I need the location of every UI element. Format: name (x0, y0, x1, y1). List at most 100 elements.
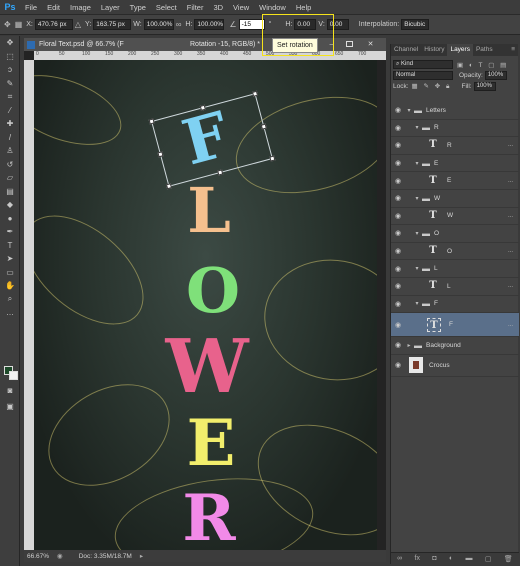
zoom-tool-icon[interactable]: ⌕ (0, 293, 20, 307)
width-field[interactable]: 100.00% (143, 19, 174, 30)
hand-tool-icon[interactable]: ✋ (0, 279, 20, 293)
transform-handle[interactable] (157, 151, 164, 158)
delete-layer-icon[interactable]: 🗑︎ (504, 555, 513, 563)
tab-layers[interactable]: Layers (447, 44, 473, 56)
layer-row[interactable]: ◉ T O ... (391, 243, 519, 261)
transform-handle[interactable] (251, 90, 259, 97)
lock-icons[interactable]: ▦ ✎ ✥ 🔒︎ (409, 82, 452, 91)
more-tools-icon[interactable]: … (0, 306, 20, 320)
opacity-field[interactable]: 100% (484, 71, 507, 80)
rotation-field[interactable]: -15 (238, 19, 265, 30)
eye-icon[interactable]: ◉ (391, 124, 405, 132)
x-field[interactable]: 470.76 px (34, 19, 73, 30)
layer-options-icon[interactable]: ... (508, 142, 513, 148)
type-tool-icon[interactable]: T (0, 239, 20, 253)
delta-icon[interactable]: △ (73, 20, 83, 29)
menu-layer[interactable]: Layer (96, 0, 125, 15)
eye-icon[interactable]: ◉ (391, 212, 405, 220)
status-menu-icon[interactable]: ▸ (132, 552, 143, 560)
expand-arrow-icon[interactable]: ▾ (413, 124, 421, 131)
eye-icon[interactable]: ◉ (391, 265, 405, 273)
eye-icon[interactable]: ◉ (391, 247, 405, 255)
status-icon[interactable]: ◉ (49, 552, 63, 560)
clone-stamp-tool-icon[interactable]: ♙ (0, 144, 20, 158)
layer-row[interactable]: ◉ T R ... (391, 137, 519, 155)
menu-select[interactable]: Select (151, 0, 182, 15)
panel-menu-icon[interactable]: ≡ (508, 44, 518, 56)
quick-select-tool-icon[interactable]: ✎ (0, 77, 20, 91)
eye-icon[interactable]: ◉ (391, 194, 405, 202)
fill-field[interactable]: 100% (473, 82, 496, 91)
y-field[interactable]: 163.75 px (93, 19, 132, 30)
crop-tool-icon[interactable]: ⌗ (0, 90, 20, 104)
layer-options-icon[interactable]: ... (508, 248, 513, 254)
new-group-icon[interactable]: ▬ (466, 555, 473, 562)
menu-image[interactable]: Image (65, 0, 96, 15)
expand-arrow-icon[interactable]: ▾ (413, 230, 421, 237)
layer-row[interactable]: ◉ ▾ ▬ F (391, 296, 519, 314)
adjustment-icon[interactable]: ◐ (449, 555, 453, 562)
eye-icon[interactable]: ◉ (391, 341, 405, 349)
layer-options-icon[interactable]: ... (508, 178, 513, 184)
layer-row[interactable]: ◉ ▾ ▬ W (391, 190, 519, 208)
zoom-level[interactable]: 66.67% (24, 553, 49, 560)
eye-icon[interactable]: ◉ (391, 282, 405, 290)
tool-preset-icon[interactable]: ✥ (2, 20, 13, 29)
letter-l[interactable]: L (154, 180, 264, 242)
transform-handle[interactable] (199, 104, 206, 111)
layer-row[interactable]: ◉ ▸ ▬ Background (391, 337, 519, 355)
layer-row[interactable]: ◉ ▾ ▬ Letters (391, 102, 519, 120)
eraser-tool-icon[interactable]: ▱ (0, 171, 20, 185)
menu-3d[interactable]: 3D (208, 0, 228, 15)
menu-help[interactable]: Help (291, 0, 316, 15)
link-icon[interactable]: ∞ (174, 20, 184, 29)
letter-e[interactable]: E (152, 412, 270, 476)
maximize-icon[interactable] (346, 41, 353, 47)
menu-window[interactable]: Window (254, 0, 291, 15)
eye-icon[interactable]: ◉ (391, 159, 405, 167)
menu-type[interactable]: Type (125, 0, 151, 15)
healing-tool-icon[interactable]: ✚ (0, 117, 20, 131)
eye-icon[interactable]: ◉ (391, 177, 405, 185)
path-select-tool-icon[interactable]: ➤ (0, 252, 20, 266)
gradient-tool-icon[interactable]: ▤ (0, 185, 20, 199)
filter-icons[interactable]: ▣ ◐ T ▢ ▤ (453, 61, 508, 69)
layer-row[interactable]: ◉ T W ... (391, 208, 519, 226)
eye-icon[interactable]: ◉ (391, 321, 405, 329)
expand-arrow-icon[interactable]: ▾ (413, 300, 421, 307)
letter-w[interactable]: W (132, 330, 282, 404)
pen-tool-icon[interactable]: ✒ (0, 225, 20, 239)
history-brush-tool-icon[interactable]: ↺ (0, 158, 20, 172)
layer-row-selected[interactable]: ◉ T F ... (391, 313, 519, 338)
layer-row[interactable]: ◉ T L ... (391, 278, 519, 296)
eye-icon[interactable]: ◉ (391, 361, 405, 369)
expand-arrow-icon[interactable]: ▸ (405, 342, 413, 349)
blend-mode-select[interactable]: Normal (393, 71, 453, 80)
add-mask-icon[interactable]: ◘ (432, 555, 436, 562)
screen-mode-icon[interactable]: ▣ (0, 400, 20, 414)
expand-arrow-icon[interactable]: ▾ (405, 107, 413, 114)
interp-select[interactable]: Bicubic (401, 19, 430, 30)
eye-icon[interactable]: ◉ (391, 229, 405, 237)
tab-history[interactable]: History (421, 44, 447, 56)
eye-icon[interactable]: ◉ (391, 106, 405, 114)
layer-row[interactable]: ◉ T E ... (391, 172, 519, 190)
menu-filter[interactable]: Filter (182, 0, 209, 15)
expand-arrow-icon[interactable]: ▾ (413, 195, 421, 202)
letter-o[interactable]: O (158, 260, 268, 322)
expand-arrow-icon[interactable]: ▾ (413, 160, 421, 167)
letter-r[interactable]: R (150, 487, 268, 551)
layer-row[interactable]: ◉ ▾ ▬ R (391, 120, 519, 138)
menu-view[interactable]: View (228, 0, 254, 15)
reference-point-icon[interactable]: ▦ (13, 20, 25, 29)
layer-row[interactable]: ◉ ▾ ▬ E (391, 155, 519, 173)
quick-mask-icon[interactable]: ◙ (0, 384, 20, 398)
kind-filter-select[interactable]: ⌕ Kind (393, 60, 453, 69)
shape-tool-icon[interactable]: ▭ (0, 266, 20, 280)
new-layer-icon[interactable]: ▢ (485, 555, 492, 563)
move-tool-icon[interactable]: ✥ (0, 36, 20, 50)
blur-tool-icon[interactable]: ◆ (0, 198, 20, 212)
canvas[interactable]: F L O W E R (34, 60, 377, 550)
eye-icon[interactable]: ◉ (391, 300, 405, 308)
layer-style-icon[interactable]: fx (415, 555, 420, 562)
